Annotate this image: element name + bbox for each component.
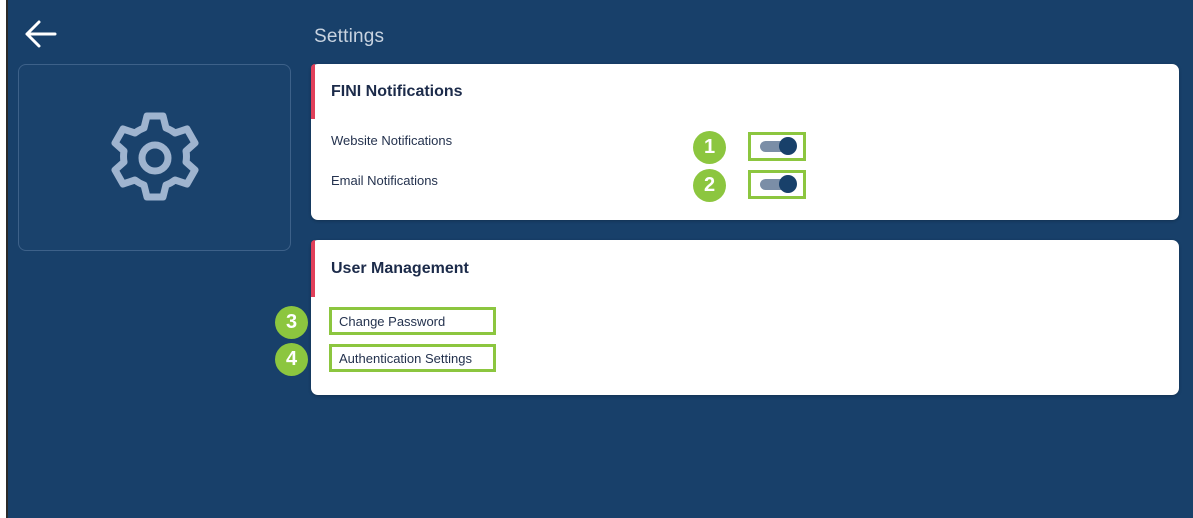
- toggle-track: [760, 175, 797, 193]
- callout-badge-3: 3: [275, 306, 308, 339]
- gear-icon: [111, 112, 198, 200]
- notifications-card: FINI Notifications Website Notifications…: [311, 64, 1179, 220]
- website-notifications-label: Website Notifications: [331, 133, 453, 148]
- notifications-card-title: FINI Notifications: [331, 83, 463, 100]
- email-notifications-toggle[interactable]: [748, 170, 806, 199]
- email-notifications-label: Email Notifications: [331, 173, 438, 188]
- callout-badge-2: 2: [693, 169, 726, 202]
- user-management-card-title: User Management: [331, 260, 469, 277]
- callout-badge-1: 1: [693, 131, 726, 164]
- callout-badge-4: 4: [275, 343, 308, 376]
- settings-icon-panel: [18, 64, 291, 251]
- website-notifications-toggle[interactable]: [748, 132, 806, 161]
- arrow-left-icon: [25, 20, 57, 48]
- user-management-card-accent: [311, 240, 315, 297]
- back-button[interactable]: [20, 16, 60, 52]
- settings-app: Settings FINI Notifications Website Noti…: [6, 0, 1193, 518]
- user-management-card: User Management Change Password Authenti…: [311, 240, 1179, 395]
- page-title: Settings: [314, 26, 385, 47]
- authentication-settings-link[interactable]: Authentication Settings: [329, 344, 496, 372]
- toggle-knob: [779, 175, 797, 193]
- toggle-track: [760, 137, 797, 155]
- toggle-knob: [779, 137, 797, 155]
- notifications-card-accent: [311, 64, 315, 119]
- change-password-link[interactable]: Change Password: [329, 307, 496, 335]
